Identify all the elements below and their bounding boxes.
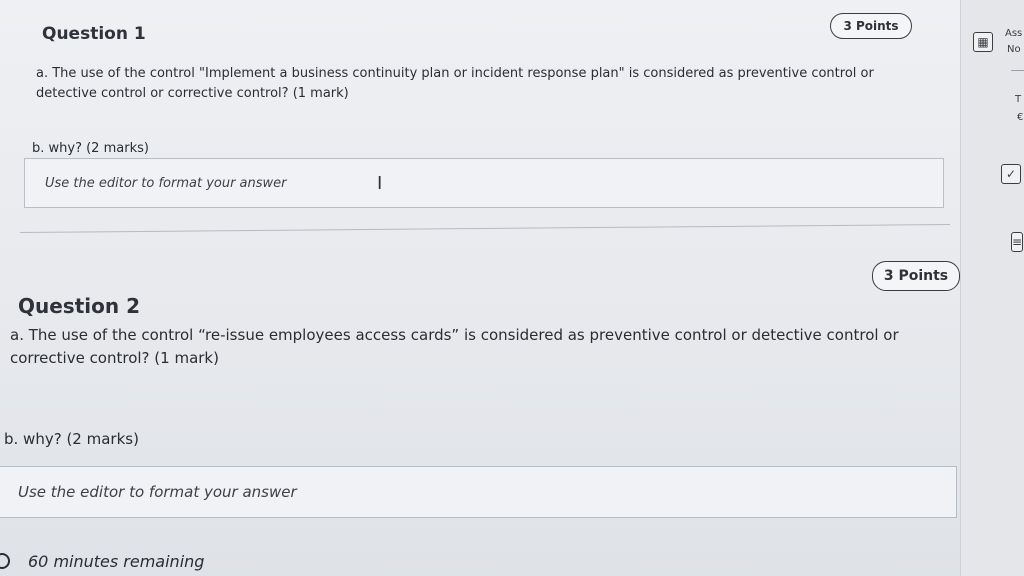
- calendar-icon[interactable]: ▦: [973, 32, 993, 52]
- question-2-title: Question 2: [18, 294, 140, 318]
- rail-label-t: T: [1015, 94, 1022, 105]
- question-1-title: Question 1: [42, 24, 146, 44]
- rail-divider: [1011, 70, 1024, 71]
- checkbox-icon[interactable]: ✓: [1001, 164, 1021, 184]
- question-1-part-b: b. why? (2 marks): [32, 141, 149, 156]
- rail-label-assignment: Ass: [1005, 28, 1023, 39]
- question-1-answer-editor[interactable]: Use the editor to format your answer Ι: [24, 158, 944, 208]
- question-2-points-badge: 3 Points: [872, 261, 960, 291]
- question-1-part-a: a. The use of the control "Implement a b…: [36, 66, 874, 101]
- question-divider: [20, 223, 950, 234]
- question-2-part-a: a. The use of the control “re-issue empl…: [10, 326, 899, 367]
- rail-label-no: No: [1007, 44, 1021, 55]
- list-icon[interactable]: ≡: [1011, 232, 1023, 252]
- question-1-points-badge: 3 Points: [830, 13, 912, 39]
- question-1-editor-placeholder: Use the editor to format your answer: [45, 175, 287, 191]
- timer-icon: [0, 553, 10, 569]
- question-2-answer-editor[interactable]: Use the editor to format your answer: [0, 466, 957, 518]
- question-2-part-b: b. why? (2 marks): [4, 430, 139, 448]
- right-sidebar: ▦ Ass No T € ✓ ≡: [960, 0, 1024, 576]
- question-2-editor-placeholder: Use the editor to format your answer: [18, 483, 297, 501]
- time-remaining: 60 minutes remaining: [28, 552, 205, 571]
- exam-page: Question 1 3 Points a. The use of the co…: [0, 0, 960, 576]
- text-cursor-icon: Ι: [377, 173, 383, 194]
- rail-label-e: €: [1017, 112, 1024, 123]
